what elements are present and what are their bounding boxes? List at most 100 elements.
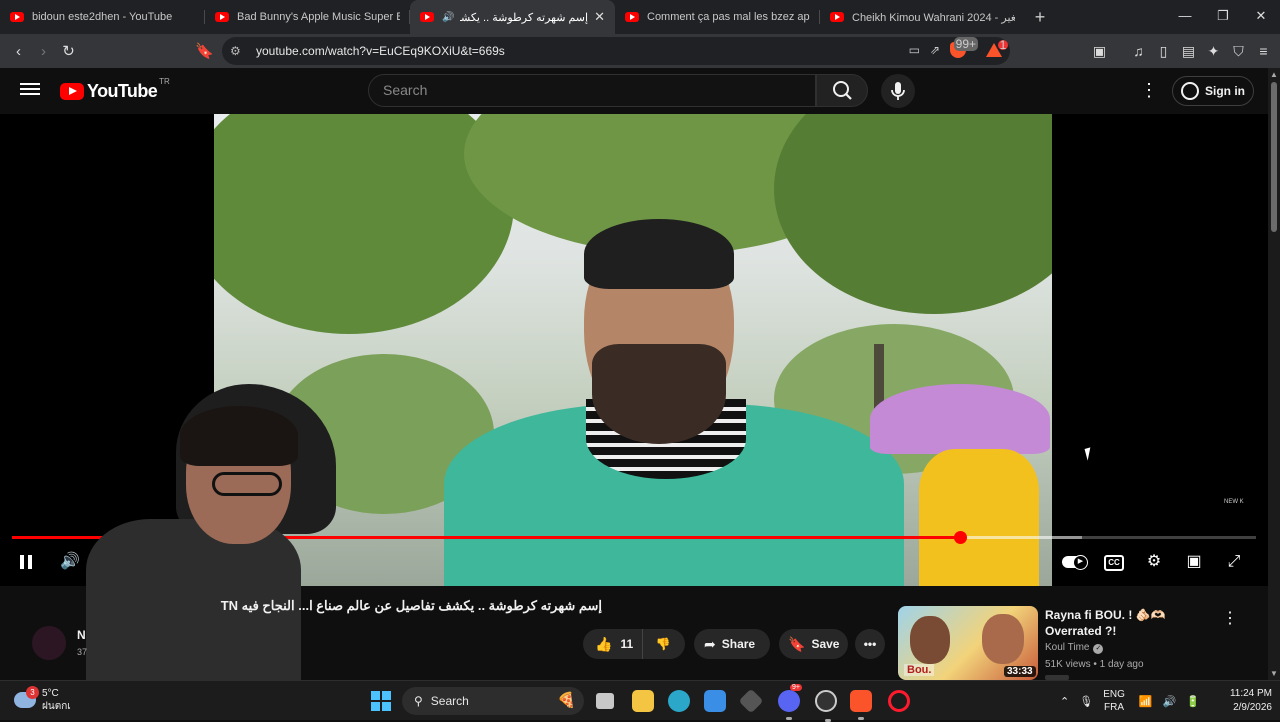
- recommended-channel[interactable]: Koul Time ✓: [1045, 642, 1104, 654]
- cast-icon[interactable]: ▭: [909, 43, 920, 57]
- app-icon[interactable]: [738, 688, 764, 714]
- dislike-button[interactable]: 👎: [643, 637, 683, 651]
- search-input[interactable]: Search: [368, 74, 816, 107]
- obs-icon[interactable]: [815, 690, 837, 722]
- thumbnail-text: Bou.: [904, 664, 935, 676]
- windows-taskbar: 3 5°C ฝนตกเ ⚲ Search 🍕 9+ ⌃ 🎙 ENG FRA 📶 …: [0, 680, 1280, 722]
- guide-menu-icon[interactable]: [20, 80, 40, 100]
- like-button[interactable]: 👍 11: [583, 629, 643, 659]
- more-actions-button[interactable]: •••: [855, 629, 885, 659]
- window-controls: — ❐ ✕: [1166, 0, 1280, 34]
- opera-icon[interactable]: [888, 690, 910, 712]
- edge-icon[interactable]: [668, 690, 690, 712]
- brave-shields-icon[interactable]: 99+: [950, 37, 978, 58]
- search-button[interactable]: [816, 74, 868, 107]
- thumbs-up-icon: 👍: [595, 635, 613, 652]
- recommended-video-meta: 51K views • 1 day ago: [1045, 659, 1144, 670]
- scroll-down-icon[interactable]: ▼: [1270, 669, 1278, 678]
- close-window-icon[interactable]: ✕: [1242, 0, 1280, 34]
- fullscreen-icon[interactable]: ⤢: [1220, 550, 1248, 574]
- reader-mode-icon[interactable]: ▣: [1091, 43, 1108, 60]
- clock[interactable]: 11:24 PM 2/9/2026: [1214, 687, 1272, 715]
- volume-tray-icon[interactable]: 🔊: [1163, 695, 1177, 708]
- wallet-icon[interactable]: ▤: [1180, 43, 1197, 60]
- file-explorer-icon[interactable]: [632, 690, 654, 712]
- miniplayer-icon[interactable]: ▣: [1180, 550, 1208, 574]
- share-button[interactable]: ➦ Share: [694, 629, 770, 659]
- site-info-icon[interactable]: ⚙: [230, 44, 250, 58]
- autoplay-toggle[interactable]: [1062, 555, 1088, 570]
- voice-search-button[interactable]: [881, 74, 915, 108]
- brave-icon[interactable]: [850, 690, 872, 720]
- taskbar-search[interactable]: ⚲ Search 🍕: [402, 687, 584, 715]
- leo-ai-icon[interactable]: ✦: [1205, 43, 1222, 60]
- scrollbar-thumb[interactable]: [1271, 82, 1277, 232]
- volume-icon[interactable]: 🔊: [56, 550, 84, 574]
- battery-icon[interactable]: 🔋: [1186, 695, 1200, 708]
- video-watermark: NEW K: [1224, 499, 1244, 505]
- pause-button[interactable]: [12, 550, 40, 574]
- system-tray: ⌃ 🎙 ENG FRA 📶 🔊 🔋: [1060, 681, 1210, 721]
- youtube-favicon-icon: [215, 12, 229, 22]
- youtube-header: YouTube TR Search ⋮ Sign in: [0, 68, 1268, 114]
- like-dislike-group: 👍 11 👎: [583, 629, 685, 659]
- forward-icon[interactable]: ›: [31, 43, 56, 60]
- menu-icon[interactable]: ≡: [1255, 43, 1272, 59]
- bookmark-icon[interactable]: 🔖: [192, 42, 217, 60]
- youtube-play-icon: [60, 83, 84, 100]
- task-view-icon[interactable]: [596, 693, 614, 709]
- share-page-icon[interactable]: ⇗: [930, 43, 940, 57]
- weather-widget[interactable]: 3 5°C ฝนตกเ: [14, 686, 71, 713]
- microsoft-store-icon[interactable]: [704, 690, 726, 712]
- reload-icon[interactable]: ↻: [56, 42, 81, 60]
- tab-cheikh-kimou[interactable]: Cheikh Kimou Wahrani 2024 - وصغير: [820, 0, 1025, 34]
- discord-icon[interactable]: 9+: [778, 684, 802, 720]
- tab-bidoun[interactable]: bidoun este2dhen - YouTube: [0, 0, 205, 34]
- webcam-overlay: [86, 384, 336, 689]
- close-tab-icon[interactable]: ✕: [594, 9, 605, 25]
- tab-comment-ca[interactable]: Comment ça pas mal les bzez apex ?: [615, 0, 820, 34]
- save-button[interactable]: 🔖 Save: [779, 629, 848, 659]
- scrubber-handle[interactable]: [953, 531, 967, 544]
- thumbs-down-icon: 👎: [655, 637, 671, 651]
- channel-avatar[interactable]: [32, 626, 66, 660]
- restore-icon[interactable]: ❐: [1204, 0, 1242, 34]
- language-switcher[interactable]: ENG FRA: [1103, 688, 1125, 714]
- youtube-favicon-icon: [10, 12, 24, 22]
- video-frame[interactable]: [214, 114, 1052, 586]
- tab-bad-bunny[interactable]: Bad Bunny's Apple Music Super Bowl: [205, 0, 410, 34]
- glasses: [212, 472, 282, 496]
- address-bar[interactable]: ⚙ youtube.com/watch?v=EuCEq9KOXiU&t=669s…: [222, 37, 1010, 65]
- microphone-tray-icon[interactable]: 🎙: [1079, 695, 1093, 708]
- media-icon[interactable]: ♫: [1130, 43, 1147, 59]
- subtitles-icon[interactable]: CC: [1104, 555, 1124, 571]
- brave-rewards-icon[interactable]: 1: [986, 39, 1008, 57]
- wifi-icon[interactable]: 📶: [1139, 695, 1153, 708]
- sidebar-icon[interactable]: ▯: [1155, 43, 1172, 60]
- tab-title: Comment ça pas mal les bzez apex ?: [647, 11, 810, 23]
- recommended-more-icon[interactable]: ⋮: [1222, 608, 1238, 628]
- url-text: youtube.com/watch?v=EuCEq9KOXiU&t=669s: [256, 44, 505, 58]
- tab-current-video[interactable]: 🔊 إسم شهرته كرطوشة .. يكشف تفا ✕: [410, 0, 615, 34]
- tab-title: Cheikh Kimou Wahrani 2024 - وصغير: [852, 11, 1015, 24]
- rewards-badge: 1: [998, 38, 1008, 52]
- sign-in-button[interactable]: Sign in: [1172, 76, 1254, 106]
- youtube-favicon-icon: [420, 12, 434, 22]
- account-icon: [1181, 82, 1199, 100]
- channel-name[interactable]: N: [77, 628, 86, 642]
- speaker-icon[interactable]: 🔊: [442, 12, 454, 23]
- settings-more-icon[interactable]: ⋮: [1140, 80, 1158, 101]
- scroll-up-icon[interactable]: ▲: [1270, 70, 1278, 79]
- minimize-icon[interactable]: —: [1166, 0, 1204, 34]
- settings-gear-icon[interactable]: ⚙: [1140, 550, 1168, 574]
- show-hidden-icons-icon[interactable]: ⌃: [1060, 695, 1069, 708]
- vpn-icon[interactable]: ⛉: [1230, 43, 1247, 60]
- start-button[interactable]: [371, 691, 391, 711]
- clock-date: 2/9/2026: [1233, 702, 1272, 713]
- youtube-favicon-icon: [830, 12, 844, 22]
- back-icon[interactable]: ‹: [6, 43, 31, 60]
- page-scrollbar[interactable]: ▲ ▼: [1268, 68, 1280, 680]
- youtube-logo[interactable]: YouTube TR: [60, 77, 170, 102]
- recommended-video-title[interactable]: Rayna fi BOU. ! 🫵🏻🫶🏻 Overrated ?!: [1045, 607, 1220, 639]
- new-tab-button[interactable]: +: [1025, 7, 1055, 28]
